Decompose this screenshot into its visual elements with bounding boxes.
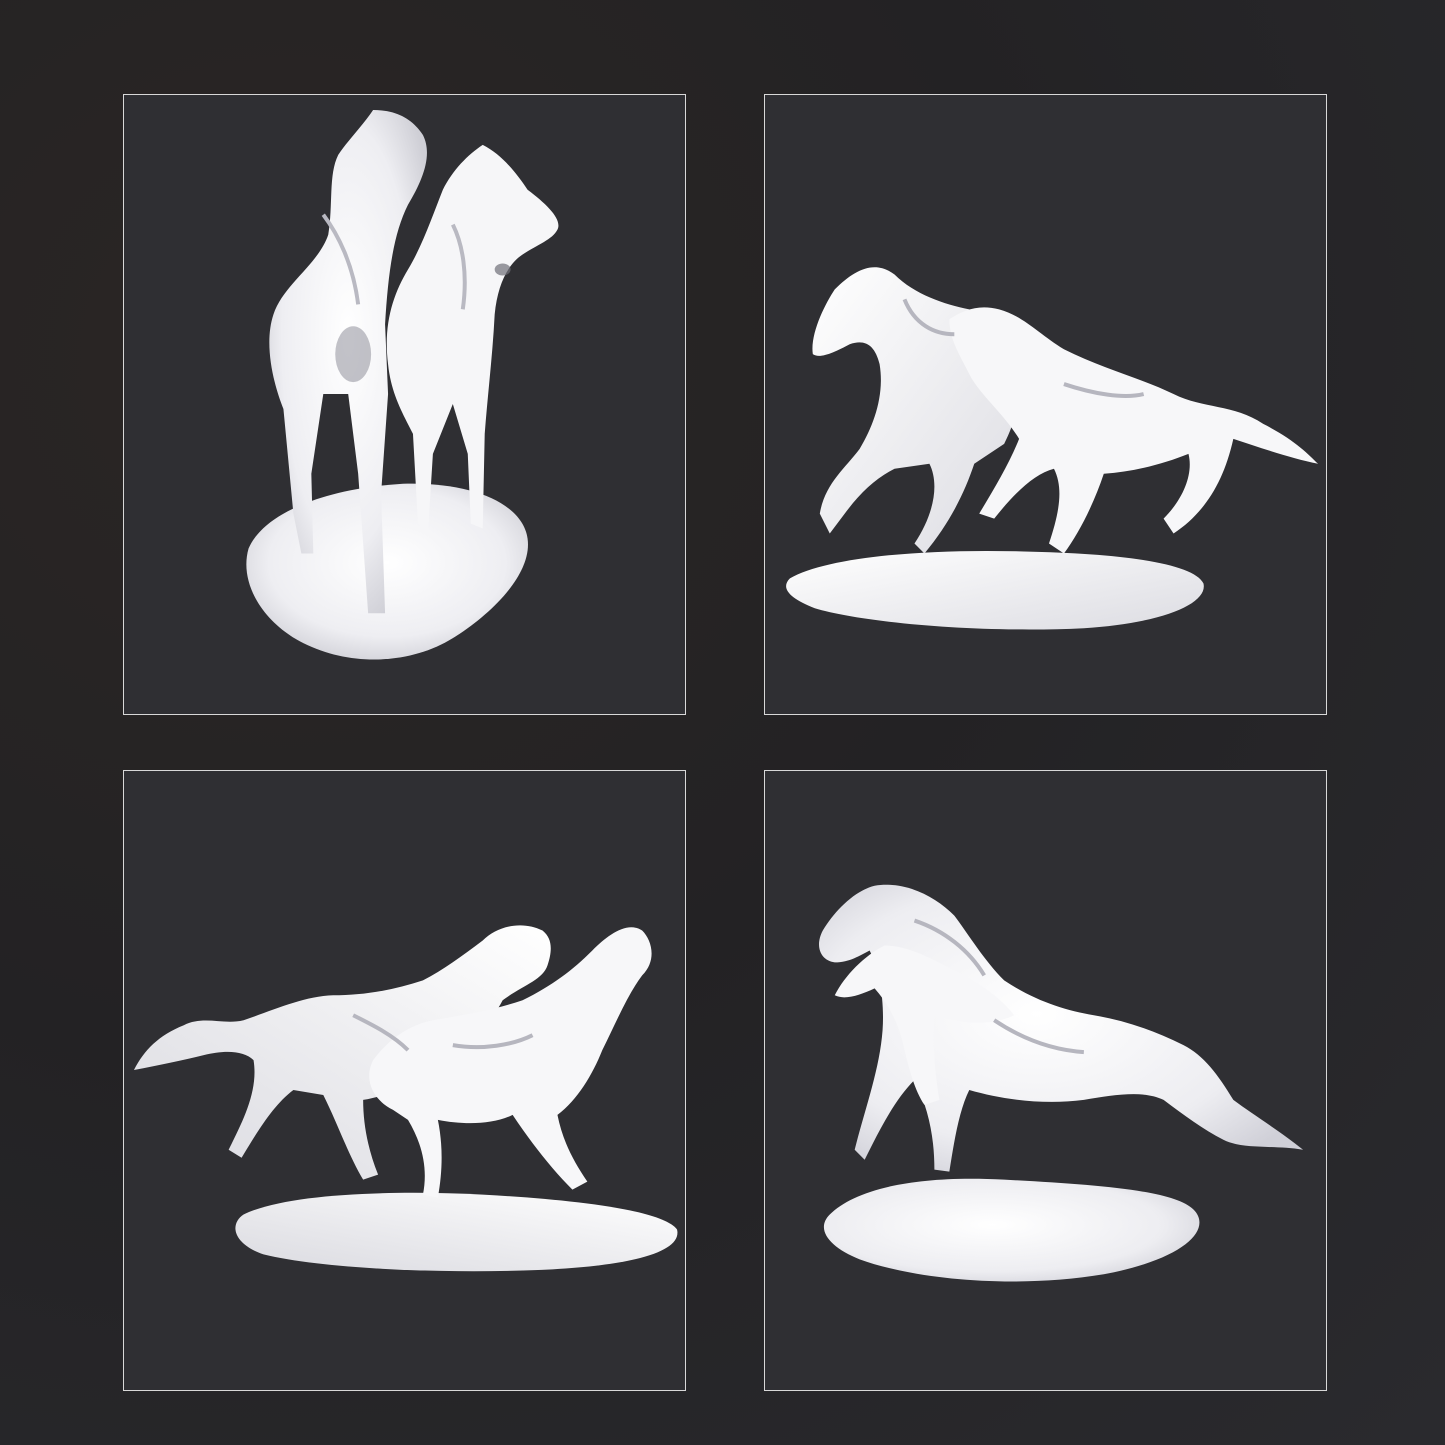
horse-figurine-galloping-right-image	[133, 925, 678, 1272]
rock-base	[823, 1178, 1200, 1282]
figurine-panel-galloping-left	[764, 94, 1327, 715]
horse-figurine-galloping-left-image	[786, 267, 1319, 630]
horse-figurine-front-view-image	[246, 110, 559, 660]
figurine-panel-front-view	[123, 94, 686, 715]
front-horse	[819, 884, 1304, 1172]
horse-figurine-three-quarter-image	[819, 884, 1304, 1282]
rock-base	[235, 1192, 678, 1272]
figurine-panel-three-quarter	[764, 770, 1327, 1391]
figurine-panel-galloping-right	[123, 770, 686, 1391]
right-horse	[386, 144, 559, 534]
rock-base	[246, 483, 528, 660]
rock-base	[786, 550, 1204, 630]
